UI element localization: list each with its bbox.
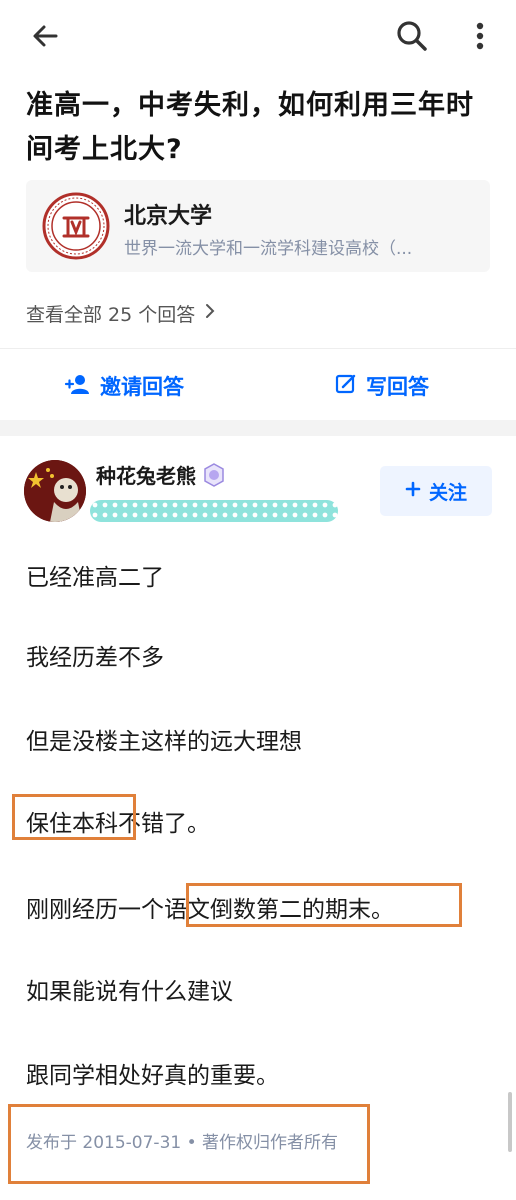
university-seal-icon [42, 192, 110, 260]
view-all-answers-label: 查看全部 25 个回答 [26, 304, 196, 326]
question-title[interactable]: 准高一，中考失利，如何利用三年时 间考上北大? [26, 84, 496, 172]
avatar[interactable] [24, 460, 86, 522]
answer-text: 刚刚经历一个 [26, 897, 164, 923]
author-name[interactable]: 种花兔老熊 [96, 460, 226, 489]
answer-paragraph: 已经准高二了 [26, 565, 164, 591]
top-app-bar [0, 0, 516, 72]
answer-paragraph: 跟同学相处好真的重要。 [26, 1063, 279, 1089]
arrow-left-icon[interactable] [28, 18, 64, 54]
university-topic-card[interactable]: 北京大学 世界一流大学和一流学科建设高校（... [26, 180, 490, 272]
annotation-box [186, 883, 462, 927]
invite-answer-button[interactable]: 邀请回答 [64, 368, 184, 404]
invite-answer-label: 邀请回答 [100, 375, 184, 399]
write-answer-button[interactable]: 写回答 [334, 368, 429, 404]
annotation-box [8, 1104, 370, 1184]
answer-paragraph: 但是没楼主这样的远大理想 [26, 729, 302, 755]
more-vertical-icon[interactable] [466, 16, 494, 56]
view-all-answers-link[interactable]: 查看全部 25 个回答 [26, 300, 217, 327]
author-name-label: 种花兔老熊 [96, 464, 196, 488]
author-headline-redacted [90, 500, 338, 522]
section-separator [0, 420, 516, 436]
university-description: 世界一流大学和一流学科建设高校（... [124, 239, 413, 259]
search-icon[interactable] [392, 16, 432, 56]
follow-label: 关注 [428, 481, 467, 504]
verified-badge-icon [202, 462, 226, 487]
follow-button[interactable]: 关注 [380, 466, 492, 516]
edit-icon [334, 372, 358, 401]
plus-icon [405, 480, 421, 502]
question-title-line-1: 准高一，中考失利，如何利用三年时 [26, 90, 474, 121]
annotation-box [12, 794, 136, 840]
scrollbar[interactable] [508, 1092, 512, 1152]
question-title-line-2: 间考上北大? [26, 134, 183, 165]
divider [0, 348, 516, 349]
answer-paragraph: 我经历差不多 [26, 645, 164, 671]
chevron-right-icon [203, 302, 217, 325]
add-user-icon [64, 372, 92, 401]
write-answer-label: 写回答 [366, 375, 429, 399]
answer-paragraph: 如果能说有什么建议 [26, 979, 233, 1005]
university-name: 北京大学 [124, 204, 213, 229]
